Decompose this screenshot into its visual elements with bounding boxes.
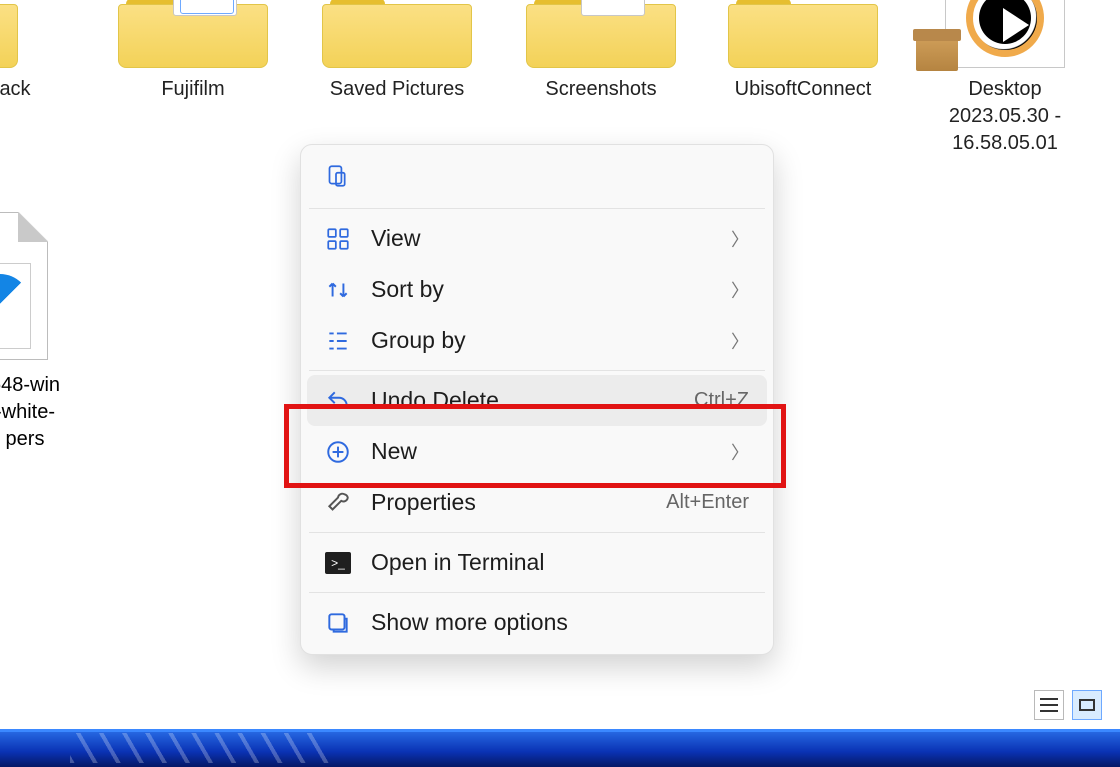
image-file-label: 648-win -white- pers [0,372,80,453]
paste-icon[interactable] [323,163,349,189]
folder-sheet [581,0,645,16]
menu-item-label: View [371,225,420,252]
folder-icon [526,0,676,68]
folder-label: Fujifilm [161,76,224,103]
hamburger-icon [1040,704,1058,706]
menu-item-label: Show more options [371,609,568,636]
menu-item-group[interactable]: Group by 〉 [307,315,767,366]
folder-icon [118,0,268,68]
menu-item-label: Group by [371,327,466,354]
list-view-button[interactable] [1034,690,1064,720]
more-icon [325,610,351,636]
folder-item[interactable]: Saved Pictures [312,18,482,103]
separator [309,370,765,371]
details-view-button[interactable] [1072,690,1102,720]
folder-sheet [180,0,234,14]
menu-item-new[interactable]: New 〉 [307,426,767,477]
separator [309,208,765,209]
taskbar[interactable] [0,729,1120,767]
folder-icon [0,0,18,68]
folder-icon [728,0,878,68]
sort-icon [325,277,351,303]
chevron-right-icon: 〉 [731,328,749,354]
play-icon [966,0,1044,57]
view-icon [325,226,351,252]
terminal-icon [325,552,351,574]
new-icon [325,439,351,465]
desktop-area[interactable]: ack Fujifilm Saved Pictures Screenshots … [0,0,1120,727]
group-icon [325,328,351,354]
context-menu-toolbar [307,151,767,204]
menu-item-label: Properties [371,489,476,516]
menu-item-label: Open in Terminal [371,549,544,576]
menu-item-sort[interactable]: Sort by 〉 [307,264,767,315]
undo-icon [325,388,351,414]
chevron-right-icon: 〉 [731,439,749,465]
image-file-item[interactable] [0,212,48,360]
menu-item-more[interactable]: Show more options [307,597,767,648]
menu-item-label: Undo Delete [371,387,499,414]
chevron-right-icon: 〉 [731,226,749,252]
square-icon [1079,699,1095,711]
video-thumb [945,0,1065,68]
taskbar-decoration [70,733,330,763]
chevron-right-icon: 〉 [731,277,749,303]
menu-item-view[interactable]: View 〉 [307,213,767,264]
folder-icon [322,0,472,68]
shortcut-hint: Alt+Enter [666,491,749,514]
menu-item-label: New [371,438,417,465]
folder-item[interactable]: UbisoftConnect [718,18,888,103]
view-toggle-group [1034,690,1102,720]
context-menu: View 〉 Sort by 〉 Group by 〉 Undo De [300,144,774,655]
shortcut-hint: Ctrl+Z [694,389,749,412]
folder-label: ack [0,76,31,103]
box-icon [916,37,958,71]
menu-item-undo-delete[interactable]: Undo Delete Ctrl+Z [307,375,767,426]
folder-label: Screenshots [545,76,656,103]
image-thumb [0,263,31,349]
separator [309,592,765,593]
folder-item[interactable]: Fujifilm [108,18,278,103]
folder-item[interactable]: ack [0,18,100,103]
folder-item[interactable]: Screenshots [516,18,686,103]
folder-label: Saved Pictures [330,76,465,103]
menu-item-properties[interactable]: Properties Alt+Enter [307,477,767,528]
folder-label: UbisoftConnect [735,76,872,103]
properties-icon [325,490,351,516]
video-file-label: Desktop 2023.05.30 - 16.58.05.01 [920,76,1090,157]
menu-item-terminal[interactable]: Open in Terminal [307,537,767,588]
separator [309,532,765,533]
menu-item-label: Sort by [371,276,444,303]
dogear-icon [18,212,48,242]
video-file-item[interactable]: Desktop 2023.05.30 - 16.58.05.01 [920,18,1090,157]
